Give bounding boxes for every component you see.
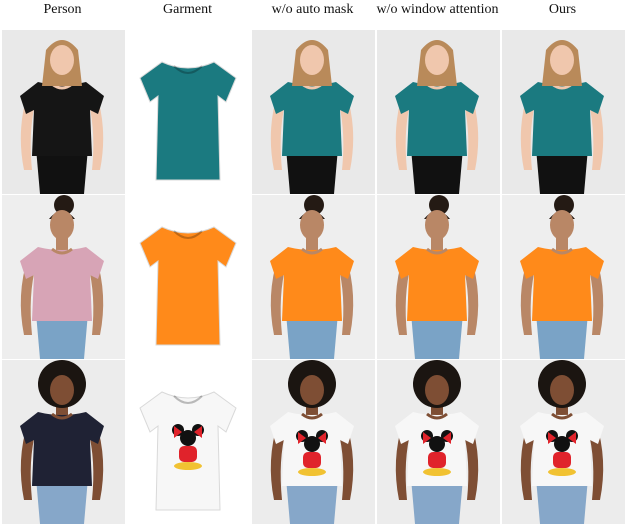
figure: Person Garment w/o auto mask w/o window … (0, 0, 625, 525)
photo-row-2-person (2, 195, 125, 359)
print-dress (428, 452, 446, 468)
photo-row-3-garment (127, 360, 250, 524)
print-head (180, 430, 196, 446)
print-dress (303, 452, 321, 468)
print-shoes (548, 468, 576, 476)
photo-svg (127, 360, 250, 524)
print-head (554, 436, 570, 452)
face (425, 45, 449, 75)
face (50, 210, 74, 240)
photo-row-1-ours (502, 30, 625, 194)
photo-svg (377, 360, 500, 524)
column-title-person: Person (43, 2, 82, 17)
photo-row-3-person (2, 360, 125, 524)
print-dress (179, 446, 197, 462)
photo-svg (377, 30, 500, 194)
photo-svg (502, 195, 625, 359)
column-title-wo-window-attention: w/o window attention (376, 2, 499, 17)
photo-row-1-garment (127, 30, 250, 194)
photo-row-2-garment (127, 195, 250, 359)
print-head (304, 436, 320, 452)
photo-row-2-ours (502, 195, 625, 359)
column-title-wo-auto-mask: w/o auto mask (271, 2, 354, 17)
photo-svg (252, 360, 375, 524)
face (300, 45, 324, 75)
photo-row-3-ours (502, 360, 625, 524)
face (550, 210, 574, 240)
photo-row-3-wo-auto-mask (252, 360, 375, 524)
photo-svg (2, 30, 125, 194)
column-title-ours: Ours (548, 2, 577, 17)
photo-row-1-wo-window-attention (377, 30, 500, 194)
column-headers: Person Garment w/o auto mask w/o window … (0, 0, 625, 30)
face (50, 45, 74, 75)
face (425, 375, 449, 405)
column-title-garment: Garment (163, 2, 212, 17)
photo-row-2-wo-window-attention (377, 195, 500, 359)
photo-row-1-wo-auto-mask (252, 30, 375, 194)
photo-row-2-wo-auto-mask (252, 195, 375, 359)
face (550, 375, 574, 405)
print-shoes (298, 468, 326, 476)
print-dress (553, 452, 571, 468)
print-shoes (423, 468, 451, 476)
face (50, 375, 74, 405)
print-shoes (174, 462, 202, 470)
photo-svg (2, 360, 125, 524)
face (550, 45, 574, 75)
photo-svg (127, 30, 250, 194)
photo-row-3-wo-window-attention (377, 360, 500, 524)
photo-svg (252, 195, 375, 359)
print-head (429, 436, 445, 452)
photo-svg (377, 195, 500, 359)
photo-svg (502, 30, 625, 194)
photo-row-1-person (2, 30, 125, 194)
face (425, 210, 449, 240)
photo-svg (502, 360, 625, 524)
face (300, 375, 324, 405)
photo-svg (252, 30, 375, 194)
photo-svg (127, 195, 250, 359)
photo-svg (2, 195, 125, 359)
face (300, 210, 324, 240)
